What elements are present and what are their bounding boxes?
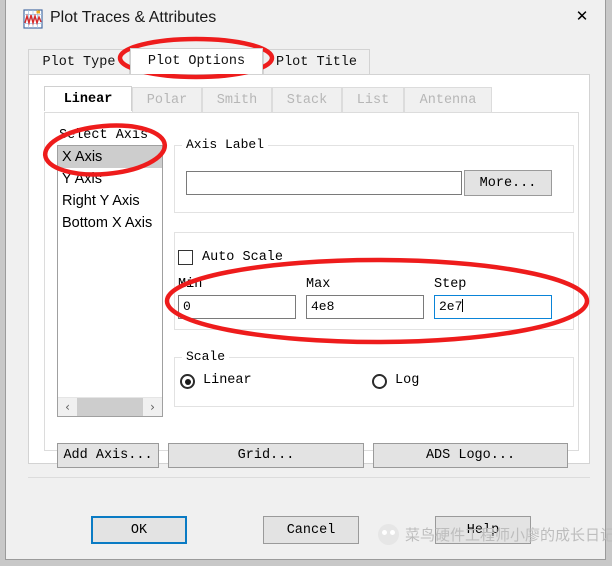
scale-group-title: Scale bbox=[182, 349, 230, 364]
tab-plot-title[interactable]: Plot Title bbox=[263, 49, 370, 74]
ok-button[interactable]: OK bbox=[91, 516, 187, 544]
tab-antenna[interactable]: Antenna bbox=[404, 87, 492, 112]
scroll-right-icon[interactable]: › bbox=[143, 398, 162, 417]
listbox-horizontal-scrollbar[interactable]: ‹ › bbox=[58, 397, 162, 416]
tab-list[interactable]: List bbox=[342, 87, 404, 112]
tab-plot-type[interactable]: Plot Type bbox=[28, 49, 130, 74]
select-axis-listbox[interactable]: X Axis Y Axis Right Y Axis Bottom X Axis… bbox=[57, 145, 163, 417]
grid-button[interactable]: Grid... bbox=[168, 443, 364, 468]
text-caret bbox=[462, 299, 464, 312]
title-bar: Plot Traces & Attributes ✕ bbox=[6, 0, 605, 40]
min-input[interactable]: 0 bbox=[178, 295, 296, 319]
step-input[interactable]: 2e7 bbox=[434, 295, 552, 319]
inner-tab-strip: Linear Polar Smith Stack List Antenna bbox=[44, 86, 579, 112]
tab-smith[interactable]: Smith bbox=[202, 87, 272, 112]
plot-graph-icon bbox=[23, 9, 43, 29]
watermark-logo-icon bbox=[378, 524, 399, 545]
scroll-left-icon[interactable]: ‹ bbox=[58, 398, 77, 417]
dialog-window: Plot Traces & Attributes ✕ Plot Type Plo… bbox=[5, 0, 612, 560]
max-input[interactable]: 4e8 bbox=[306, 295, 424, 319]
window-title: Plot Traces & Attributes bbox=[50, 9, 217, 26]
watermark: 菜鸟硬件工程师小廖的成长日记 bbox=[378, 524, 612, 545]
tab-stack[interactable]: Stack bbox=[272, 87, 342, 112]
step-input-value: 2e7 bbox=[439, 299, 463, 314]
max-label: Max bbox=[306, 277, 331, 292]
footer-divider bbox=[28, 477, 590, 478]
auto-scale-checkbox[interactable] bbox=[178, 250, 193, 265]
tab-polar[interactable]: Polar bbox=[132, 87, 202, 112]
select-axis-label: Select Axis bbox=[59, 128, 149, 143]
more-button[interactable]: More... bbox=[464, 170, 552, 196]
auto-scale-label: Auto Scale bbox=[202, 250, 284, 265]
scale-log-radio[interactable] bbox=[372, 374, 387, 389]
scale-linear-label: Linear bbox=[203, 373, 252, 388]
outer-tab-strip: Plot Type Plot Options Plot Title bbox=[28, 48, 588, 74]
axis-label-group-title: Axis Label bbox=[182, 137, 269, 152]
step-label: Step bbox=[434, 277, 467, 292]
min-label: Min bbox=[178, 277, 203, 292]
cancel-button[interactable]: Cancel bbox=[263, 516, 359, 544]
scale-log-label: Log bbox=[395, 373, 420, 388]
scrollbar-thumb[interactable] bbox=[77, 397, 143, 416]
list-item[interactable]: Bottom X Axis bbox=[58, 212, 162, 234]
add-axis-button[interactable]: Add Axis... bbox=[57, 443, 159, 468]
axis-label-input[interactable] bbox=[186, 171, 462, 195]
list-item[interactable]: Y Axis bbox=[58, 168, 162, 190]
watermark-text: 菜鸟硬件工程师小廖的成长日记 bbox=[405, 526, 612, 544]
list-item[interactable]: X Axis bbox=[58, 146, 162, 168]
scale-linear-radio[interactable] bbox=[180, 374, 195, 389]
close-icon[interactable]: ✕ bbox=[559, 0, 605, 32]
tab-linear[interactable]: Linear bbox=[44, 86, 132, 111]
list-item[interactable]: Right Y Axis bbox=[58, 190, 162, 212]
tab-plot-options[interactable]: Plot Options bbox=[130, 48, 263, 74]
ads-logo-button[interactable]: ADS Logo... bbox=[373, 443, 568, 468]
